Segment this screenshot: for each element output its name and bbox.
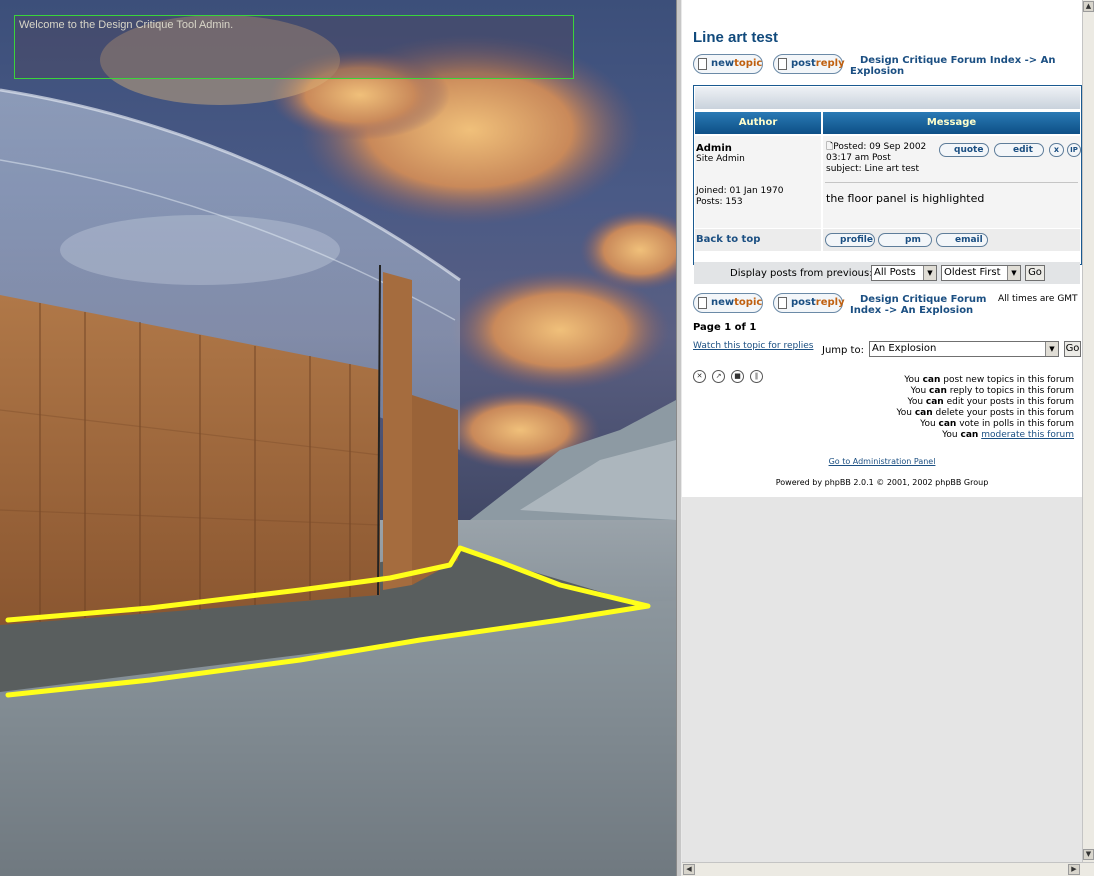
scene-render [0,0,676,876]
permission-vote: You can vote in polls in this forum [920,419,1074,429]
breadcrumb-bottom: Design Critique Forum Index -> An Explos… [850,294,990,316]
3d-viewport[interactable]: Welcome to the Design Critique Tool Admi… [0,0,676,876]
forum-page: Line art test newtopic postreply Design … [682,0,1082,497]
page-count: Page 1 of 1 [693,322,757,333]
split-topic-icon[interactable]: ∥ [750,370,763,383]
post-time: 03:17 am Post [826,153,891,163]
jump-label: Jump to: [822,345,864,356]
permission-post: You can post new topics in this forum [904,375,1074,385]
document-icon [698,297,707,309]
post-divider [825,182,1078,183]
forum-frame: Line art test newtopic postreply Design … [682,0,1094,876]
permission-moderate: You can moderate this forum [942,430,1074,440]
scroll-down-icon[interactable]: ▼ [1083,849,1094,860]
post-body: the floor panel is highlighted [826,192,985,205]
author-posts: Posts: 153 [696,197,743,207]
permission-reply: You can reply to topics in this forum [910,386,1074,396]
edit-button[interactable]: edit [994,143,1044,157]
vertical-scrollbar[interactable]: ▲ ▼ [1082,0,1094,862]
jump-to-select[interactable]: An Explosion ▼ [869,341,1059,357]
display-label: Display posts from previous: [730,268,873,279]
back-to-top-link[interactable]: Back to top [696,234,760,245]
post-table: Author Message Admin Site Admin Joined: … [693,85,1082,265]
document-icon [698,58,707,70]
email-button[interactable]: email [936,233,988,247]
post-reply-button[interactable]: postreply [773,54,845,74]
permission-delete: You can delete your posts in this forum [896,408,1074,418]
scroll-up-icon[interactable]: ▲ [1083,1,1094,12]
profile-button[interactable]: profile [825,233,875,247]
breadcrumb-bottom-topic-link[interactable]: An Explosion [901,305,973,316]
table-top-bar [695,87,1080,109]
scroll-right-icon[interactable]: ▶ [1068,864,1080,875]
horizontal-scrollbar[interactable]: ◀ ▶ [682,862,1094,876]
breadcrumb-index-link[interactable]: Design Critique Forum Index [860,55,1021,66]
timezone-note: All times are GMT [998,294,1078,304]
permission-edit: You can edit your posts in this forum [907,397,1074,407]
pm-button[interactable]: pm [878,233,932,247]
author-name[interactable]: Admin [696,143,732,154]
post-subject: subject: Line art test [826,164,920,174]
chevron-down-icon: ▼ [1007,266,1020,280]
filter-go-button[interactable]: Go [1025,265,1045,281]
move-topic-icon[interactable]: ↗ [712,370,725,383]
author-rank: Site Admin [696,154,745,164]
order-select[interactable]: Oldest First ▼ [941,265,1021,281]
watch-topic-link[interactable]: Watch this topic for replies [693,341,813,352]
author-header: Author [695,112,821,134]
post-date: 🗋Posted: 09 Sep 2002 [826,142,927,152]
topic-title[interactable]: Line art test [693,29,778,46]
chevron-down-icon: ▼ [923,266,936,280]
new-topic-button-bottom[interactable]: newtopic [693,293,763,313]
post-reply-button-bottom[interactable]: postreply [773,293,845,313]
ip-button[interactable]: IP [1067,143,1081,157]
scroll-left-icon[interactable]: ◀ [683,864,695,875]
welcome-text: Welcome to the Design Critique Tool Admi… [19,19,234,31]
new-topic-button[interactable]: newtopic [693,54,763,74]
document-icon [778,58,787,70]
document-icon [778,297,787,309]
admin-panel-link[interactable]: Go to Administration Panel [682,456,1082,467]
breadcrumb-bottom-index-link[interactable]: Design Critique Forum [850,294,990,305]
delete-button[interactable]: x [1049,143,1064,157]
author-joined: Joined: 01 Jan 1970 [696,186,784,196]
moderate-forum-link[interactable]: moderate this forum [981,430,1074,440]
lock-topic-icon[interactable]: ■ [731,370,744,383]
welcome-banner: Welcome to the Design Critique Tool Admi… [14,15,574,79]
jump-go-button[interactable]: Go [1064,341,1081,357]
powered-by: Powered by phpBB 2.0.1 © 2001, 2002 phpB… [775,478,989,487]
message-header: Message [823,112,1080,134]
quote-button[interactable]: quote [939,143,989,157]
breadcrumb-top: Design Critique Forum Index -> An Explos… [850,55,1056,77]
chevron-down-icon: ▼ [1045,342,1058,356]
delete-topic-icon[interactable]: ✕ [693,370,706,383]
posts-filter-select[interactable]: All Posts ▼ [871,265,937,281]
